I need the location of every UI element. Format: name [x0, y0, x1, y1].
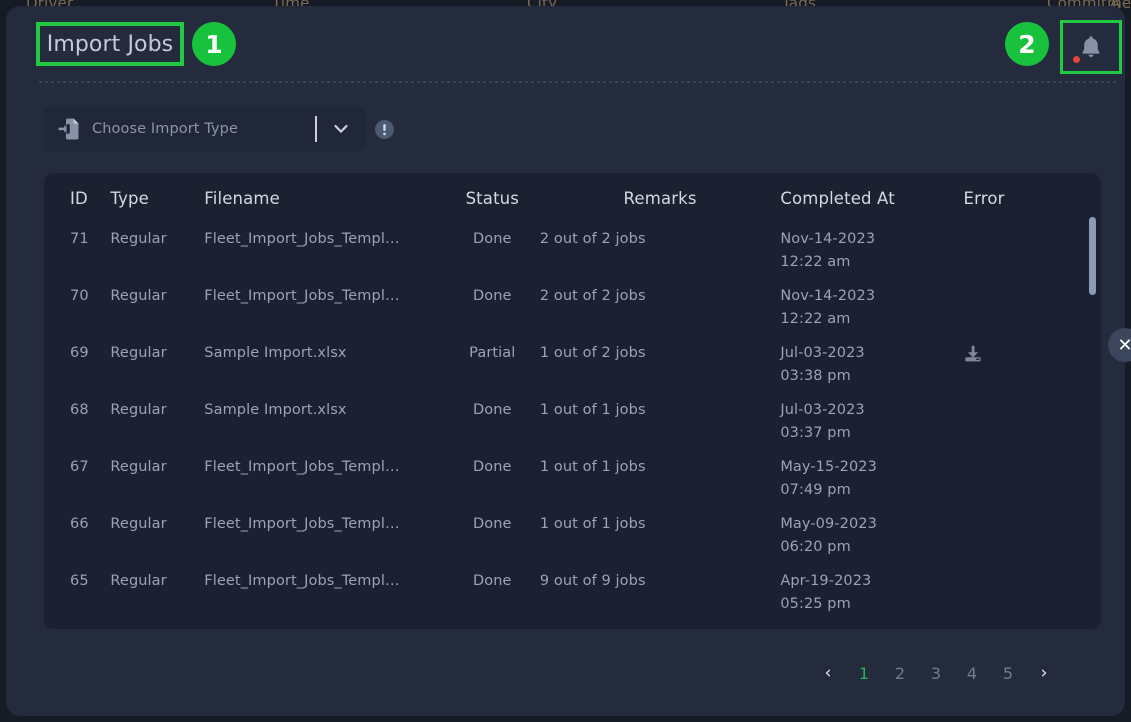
- cell-completed-at: May-15-2023 07:49 pm: [780, 459, 877, 498]
- cell-filename: Fleet_Import_Jobs_Templ…: [204, 573, 400, 589]
- cell-filename: Sample Import.xlsx: [204, 345, 347, 361]
- cell-filename: Fleet_Import_Jobs_Templ…: [204, 231, 400, 247]
- cell-completed-at: Apr-19-2023 05:25 pm: [780, 573, 872, 612]
- table-scrollbar[interactable]: [1089, 217, 1096, 295]
- file-import-icon: [58, 118, 79, 140]
- cell-status: Done: [473, 516, 512, 532]
- table-row[interactable]: 67 Regular Fleet_Import_Jobs_Templ… Done 1 o…: [44, 450, 1101, 507]
- cell-error: [964, 336, 1101, 393]
- cell-completed-at: Jul-03-2023 03:38 pm: [780, 345, 865, 384]
- download-icon[interactable]: [964, 345, 982, 363]
- column-header-type: Type: [110, 189, 149, 208]
- cell-status: Done: [473, 402, 512, 418]
- cell-error: [964, 450, 1101, 507]
- column-header-remarks: Remarks: [623, 189, 697, 208]
- notification-highlight: [1060, 20, 1122, 74]
- cell-remarks: 1 out of 1 jobs: [539, 459, 646, 475]
- cell-completed-at: May-09-2023 06:20 pm: [780, 516, 877, 555]
- import-type-select[interactable]: Choose Import Type: [44, 107, 365, 151]
- select-separator: [315, 116, 317, 142]
- table-header-row: ID Type Filename Status Remarks Complete…: [44, 173, 1101, 222]
- jobs-table-body: 71 Regular Fleet_Import_Jobs_Templ… Done 2 o…: [44, 222, 1101, 629]
- table-row[interactable]: 69 Regular Sample Import.xlsx Partial 1 out …: [44, 336, 1101, 393]
- cell-id: 71: [70, 231, 89, 247]
- cell-error: [964, 279, 1101, 336]
- table-row[interactable]: 70 Regular Fleet_Import_Jobs_Templ… Done 2 o…: [44, 279, 1101, 336]
- pagination-page-5[interactable]: 5: [993, 658, 1023, 688]
- cell-id: 69: [70, 345, 89, 361]
- cell-error: [964, 564, 1101, 621]
- table-row[interactable]: 66 Regular Fleet_Import_Jobs_Templ… Done 1 o…: [44, 507, 1101, 564]
- table-row[interactable]: 68 Regular Sample Import.xlsx Done 1 out of …: [44, 393, 1101, 450]
- drawer-header: Import Jobs 1 2: [6, 6, 1125, 84]
- jobs-table-head: ID Type Filename Status Remarks Complete…: [44, 173, 1101, 222]
- annotation-callout-2: 2: [1005, 22, 1049, 66]
- cell-remarks: 1 out of 1 jobs: [539, 402, 646, 418]
- cell-id: 68: [70, 402, 89, 418]
- column-header-id: ID: [70, 189, 88, 208]
- notification-unread-dot: [1073, 56, 1080, 63]
- jobs-table-card: ID Type Filename Status Remarks Complete…: [44, 173, 1101, 629]
- cell-type: Regular: [110, 231, 167, 247]
- cell-filename: Fleet_Import_Jobs_Templ…: [204, 516, 400, 532]
- cell-type: Regular: [110, 573, 167, 589]
- chevron-down-icon[interactable]: [331, 119, 351, 139]
- pagination-prev-button[interactable]: ‹: [813, 658, 843, 688]
- table-bottom-fade: [44, 615, 1101, 629]
- cell-status: Partial: [469, 345, 516, 361]
- pagination-next-button[interactable]: ›: [1029, 658, 1059, 688]
- cell-status: Done: [473, 288, 512, 304]
- column-header-status: Status: [465, 189, 520, 208]
- cell-type: Regular: [110, 402, 167, 418]
- pagination-page-4[interactable]: 4: [957, 658, 987, 688]
- cell-type: Regular: [110, 459, 167, 475]
- cell-error: [964, 222, 1101, 279]
- pagination-page-1[interactable]: 1: [849, 658, 879, 688]
- cell-completed-at: Nov-14-2023 12:22 am: [780, 231, 876, 270]
- column-header-completed-at: Completed At: [780, 189, 895, 208]
- page-title-highlight: Import Jobs: [36, 22, 184, 66]
- pagination: ‹ 1 2 3 4 5 ›: [813, 658, 1059, 688]
- table-row[interactable]: 65 Regular Fleet_Import_Jobs_Templ… Done 9 o…: [44, 564, 1101, 621]
- jobs-table: ID Type Filename Status Remarks Complete…: [44, 173, 1101, 629]
- import-type-placeholder: Choose Import Type: [92, 121, 238, 137]
- cell-error: [964, 507, 1101, 564]
- cell-filename: Fleet_Import_Jobs_Templ…: [204, 288, 400, 304]
- cell-remarks: 1 out of 2 jobs: [539, 345, 646, 361]
- cell-error: [964, 393, 1101, 450]
- cell-remarks: 2 out of 2 jobs: [539, 288, 646, 304]
- cell-completed-at: Nov-14-2023 12:22 am: [780, 288, 876, 327]
- cell-remarks: 9 out of 9 jobs: [539, 573, 646, 589]
- cell-status: Done: [473, 459, 512, 475]
- annotation-callout-1: 1: [192, 22, 236, 66]
- pagination-page-2[interactable]: 2: [885, 658, 915, 688]
- cell-id: 67: [70, 459, 89, 475]
- bell-icon: [1082, 36, 1100, 57]
- column-header-filename: Filename: [204, 189, 280, 208]
- cell-type: Regular: [110, 345, 167, 361]
- cell-type: Regular: [110, 516, 167, 532]
- header-divider: [39, 81, 1119, 83]
- column-header-error: Error: [963, 189, 1005, 208]
- cell-status: Done: [473, 573, 512, 589]
- cell-id: 70: [70, 288, 89, 304]
- cell-type: Regular: [110, 288, 167, 304]
- cell-filename: Sample Import.xlsx: [204, 402, 347, 418]
- cell-id: 66: [70, 516, 89, 532]
- cell-remarks: 1 out of 1 jobs: [539, 516, 646, 532]
- cell-remarks: 2 out of 2 jobs: [539, 231, 646, 247]
- cell-completed-at: Jul-03-2023 03:37 pm: [780, 402, 865, 441]
- cell-status: Done: [473, 231, 512, 247]
- import-jobs-drawer: Import Jobs 1 2 Choose Import Type ID Ty…: [6, 6, 1125, 716]
- table-row[interactable]: 71 Regular Fleet_Import_Jobs_Templ… Done 2 o…: [44, 222, 1101, 279]
- exclamation-circle-icon[interactable]: [375, 119, 394, 139]
- pagination-page-3[interactable]: 3: [921, 658, 951, 688]
- page-title: Import Jobs: [46, 31, 174, 57]
- notification-button[interactable]: [1063, 23, 1119, 71]
- cell-id: 65: [70, 573, 89, 589]
- import-type-row: Choose Import Type: [44, 107, 394, 151]
- cell-filename: Fleet_Import_Jobs_Templ…: [204, 459, 400, 475]
